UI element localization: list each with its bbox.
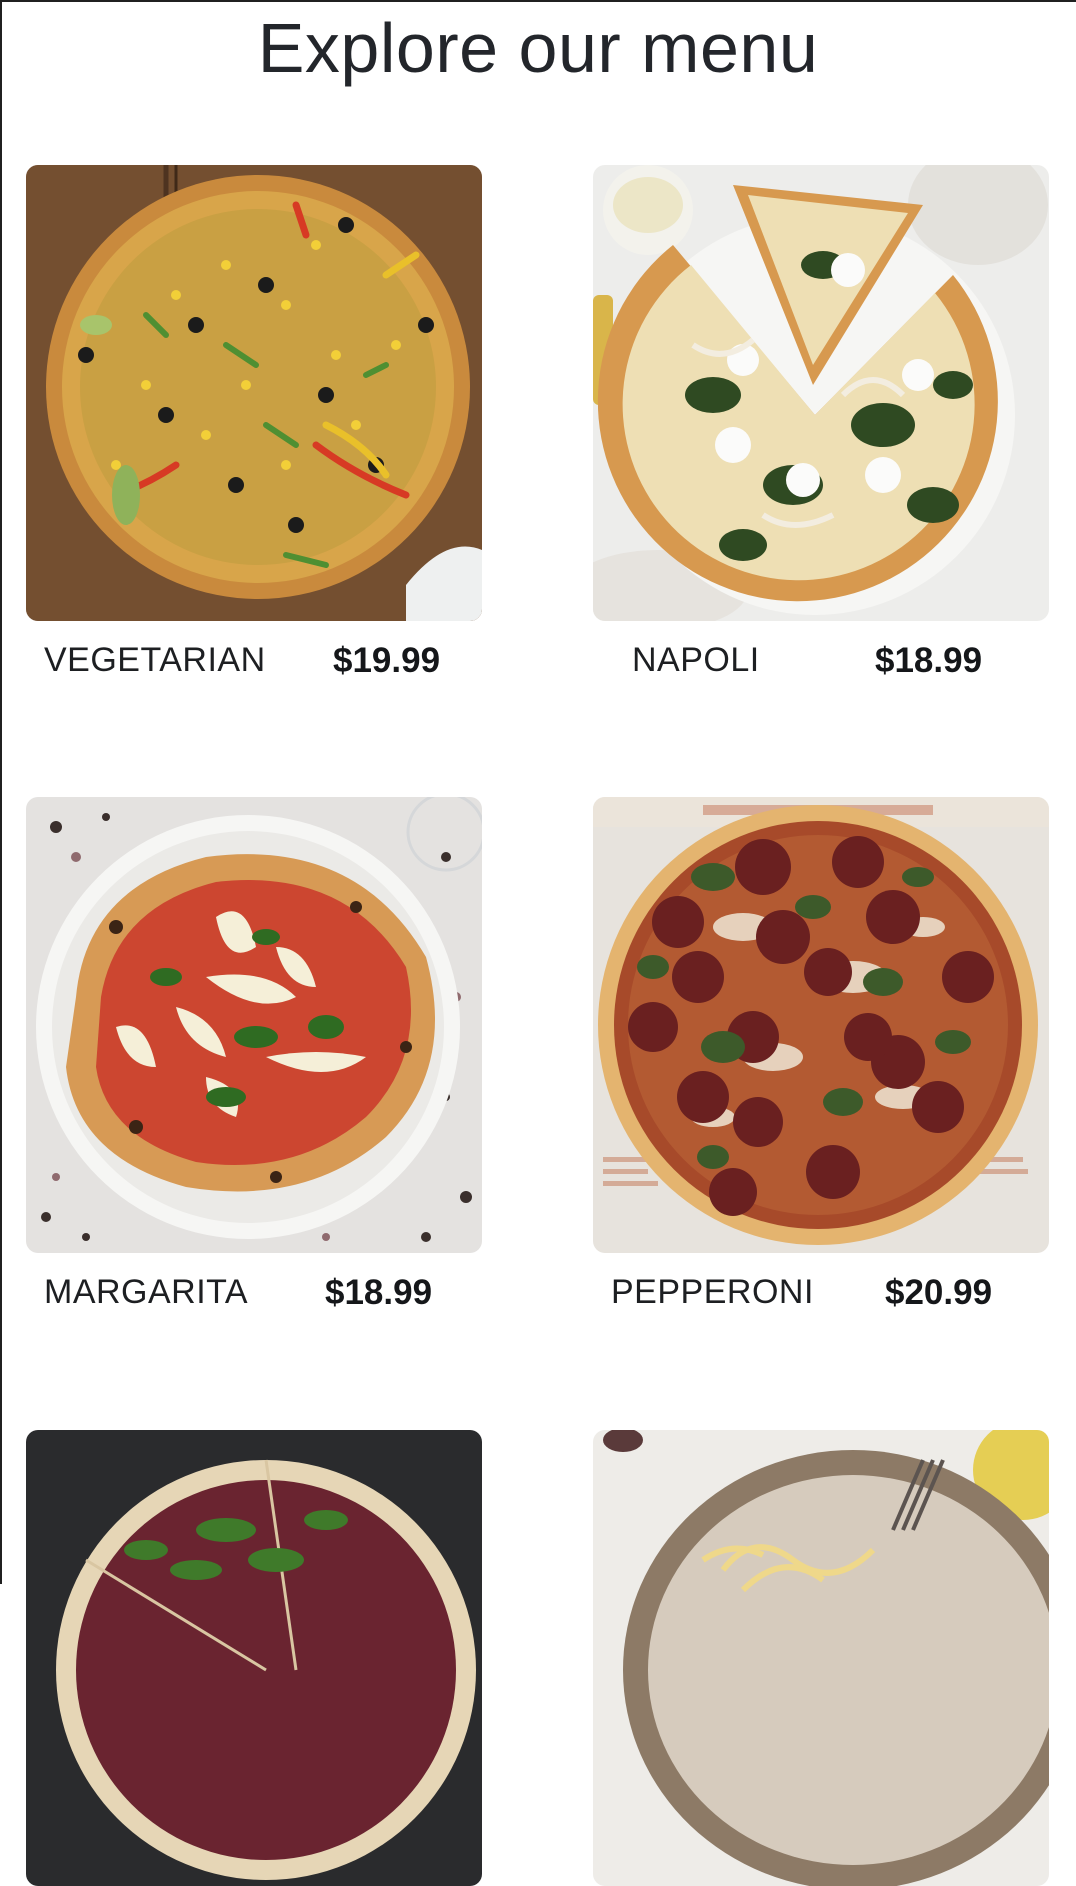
- item-price: $20.99: [885, 1273, 993, 1312]
- pepperoni-pizza-image: [593, 797, 1049, 1253]
- vegetarian-pizza-image: [26, 165, 482, 621]
- napoli-pizza-image: [593, 165, 1049, 621]
- card-footer: MARGARITA $18.99: [26, 1253, 482, 1313]
- item-name: MARGARITA: [44, 1273, 249, 1311]
- menu-grid: VEGETARIAN $19.99 NAPOLI $18.99 MARGARIT…: [0, 0, 1076, 1886]
- item-price: $18.99: [875, 641, 983, 680]
- item-price: $19.99: [333, 641, 441, 680]
- item-name: NAPOLI: [632, 641, 760, 679]
- menu-card-5[interactable]: [26, 1430, 482, 1886]
- menu-card-napoli[interactable]: NAPOLI $18.99: [593, 165, 1049, 681]
- card-footer: VEGETARIAN $19.99: [26, 621, 482, 681]
- arugula-pizza-image: [26, 1430, 482, 1886]
- menu-card-pepperoni[interactable]: PEPPERONI $20.99: [593, 797, 1049, 1313]
- margarita-pizza-photo[interactable]: [26, 797, 482, 1253]
- card-footer: PEPPERONI $20.99: [593, 1253, 1049, 1313]
- card-footer: NAPOLI $18.99: [593, 621, 1049, 681]
- menu-card-vegetarian[interactable]: VEGETARIAN $19.99: [26, 165, 482, 681]
- item-name: PEPPERONI: [611, 1273, 814, 1311]
- item-price: $18.99: [325, 1273, 433, 1312]
- napoli-pizza-photo[interactable]: [593, 165, 1049, 621]
- arugula-pizza-photo[interactable]: [26, 1430, 482, 1886]
- pasta-bowl-image: [593, 1430, 1049, 1886]
- item-name: VEGETARIAN: [44, 641, 266, 679]
- pasta-bowl-photo[interactable]: [593, 1430, 1049, 1886]
- menu-card-6[interactable]: [593, 1430, 1049, 1886]
- vegetarian-pizza-photo[interactable]: [26, 165, 482, 621]
- menu-card-margarita[interactable]: MARGARITA $18.99: [26, 797, 482, 1313]
- pepperoni-pizza-photo[interactable]: [593, 797, 1049, 1253]
- margarita-pizza-image: [26, 797, 482, 1253]
